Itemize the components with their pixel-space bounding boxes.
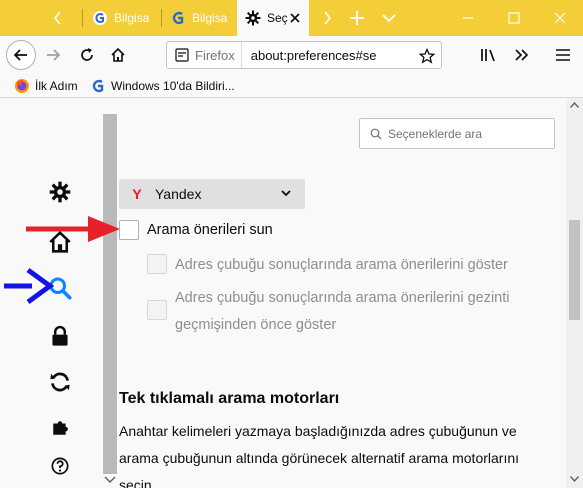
- bookmark-star-button[interactable]: [417, 46, 437, 66]
- chevron-right-icon: [324, 11, 332, 25]
- app-menu-button[interactable]: [548, 40, 578, 70]
- home-icon: [111, 47, 125, 62]
- bookmarks-toolbar: İlk Adım Windows 10'da Bildiri...: [0, 74, 583, 98]
- tab-bilgisayar-2[interactable]: Bilgisa: [162, 0, 236, 36]
- tab-bilgisayar-1[interactable]: Bilgisa: [84, 0, 160, 36]
- description-line: arama çubuğunun altında görünecek altern…: [119, 450, 520, 466]
- suggestions-in-urlbar-label: Adres çubuğu sonuçlarında arama öneriler…: [175, 257, 508, 273]
- reload-icon: [81, 48, 93, 61]
- category-extensions[interactable]: [44, 412, 76, 444]
- star-icon: [419, 48, 435, 64]
- chevron-down-icon: [382, 14, 396, 23]
- bookmark-getting-started[interactable]: İlk Adım: [14, 77, 78, 95]
- scroll-down-arrow-icon[interactable]: [570, 476, 579, 482]
- vertical-scrollbar[interactable]: [566, 98, 583, 488]
- search-suggestions-checkbox[interactable]: [119, 220, 139, 240]
- category-general[interactable]: [44, 176, 76, 208]
- chevron-left-icon: [53, 11, 61, 25]
- suggestions-before-history-checkbox[interactable]: [147, 300, 167, 320]
- site-favicon-icon: [92, 79, 104, 93]
- label-line: Adres çubuğu sonuçlarında arama öneriler…: [175, 290, 510, 306]
- bookmark-label: Windows 10'da Bildiri...: [111, 79, 235, 93]
- description-line: seçin.: [119, 477, 156, 488]
- search-suggestions-label: Arama önerileri sun: [147, 222, 273, 238]
- maximize-icon: [508, 12, 520, 24]
- new-tab-button[interactable]: [340, 0, 374, 36]
- tab-title: Seç: [267, 11, 288, 25]
- identity-box[interactable]: Firefox: [167, 42, 242, 68]
- tab-scroll-right-button[interactable]: [310, 0, 344, 36]
- scroll-down-arrow-icon[interactable]: [104, 476, 116, 484]
- category-scrollbar[interactable]: [103, 114, 117, 474]
- tab-strip: Bilgisa Bilgisa Seç: [0, 0, 583, 36]
- site-favicon-icon: [172, 11, 184, 25]
- firefox-logo-icon: [15, 79, 29, 93]
- suggestions-in-urlbar-checkbox[interactable]: [147, 254, 167, 274]
- search-icon: [370, 128, 382, 139]
- library-button[interactable]: [474, 40, 504, 70]
- yandex-logo-icon: Y: [132, 186, 142, 202]
- reload-button[interactable]: [72, 40, 102, 70]
- url-bar[interactable]: Firefox about:preferences#se: [166, 41, 442, 69]
- scroll-up-arrow-icon[interactable]: [570, 102, 579, 108]
- tab-preferences[interactable]: Seç: [237, 0, 309, 36]
- annotation-arrow-red-icon: [26, 216, 120, 242]
- close-window-button[interactable]: [537, 0, 583, 36]
- close-icon: [554, 12, 566, 24]
- home-button[interactable]: [103, 40, 133, 70]
- plus-icon: [350, 11, 364, 25]
- identity-label: Firefox: [195, 47, 235, 63]
- lock-icon: [52, 325, 68, 346]
- selected-engine-label: Yandex: [155, 186, 202, 202]
- forward-arrow-icon: [47, 49, 61, 61]
- back-arrow-icon: [13, 49, 27, 61]
- close-tab-icon[interactable]: [287, 10, 303, 26]
- tab-scroll-left-button[interactable]: [41, 0, 75, 36]
- bookmark-windows10[interactable]: Windows 10'da Bildiri...: [90, 77, 235, 95]
- site-favicon-icon: [93, 11, 107, 25]
- back-button[interactable]: [6, 40, 36, 70]
- tab-title: Bilgisa: [114, 11, 150, 25]
- sync-icon: [50, 372, 70, 392]
- search-preferences-input[interactable]: Seçeneklerde ara: [359, 118, 555, 149]
- all-tabs-button[interactable]: [372, 0, 406, 36]
- help-icon: [51, 457, 69, 475]
- overflow-menu-button[interactable]: [507, 40, 537, 70]
- puzzle-icon: [53, 421, 68, 435]
- suggestions-before-history-label: Adres çubuğu sonuçlarında arama öneriler…: [175, 285, 510, 339]
- one-click-engines-description: Anahtar kelimeleri yazmaya başladığınızd…: [119, 418, 559, 488]
- library-icon: [481, 49, 495, 62]
- double-chevron-right-icon: [515, 49, 529, 61]
- category-privacy[interactable]: [44, 320, 76, 352]
- minimize-icon: [463, 17, 473, 19]
- chevron-down-icon: [281, 190, 291, 197]
- tab-separator: [82, 9, 83, 27]
- tab-title: Bilgisa: [192, 11, 228, 25]
- gear-icon: [245, 10, 261, 26]
- label-line: geçmişinden önce göster: [175, 317, 337, 333]
- maximize-button[interactable]: [491, 0, 537, 36]
- preferences-page: Seçeneklerde ara Y Yandex Arama öneriler…: [0, 98, 583, 488]
- category-support[interactable]: [44, 450, 76, 482]
- search-preferences-placeholder: Seçeneklerde ara: [388, 126, 483, 141]
- description-line: Anahtar kelimeleri yazmaya başladığınızd…: [119, 423, 517, 439]
- bookmark-label: İlk Adım: [35, 79, 78, 93]
- gear-icon: [49, 181, 71, 203]
- hamburger-menu-icon: [556, 49, 570, 61]
- page-info-icon: [175, 48, 189, 62]
- url-text[interactable]: about:preferences#se: [242, 48, 398, 63]
- forward-button[interactable]: [38, 40, 68, 70]
- navigation-toolbar: Firefox about:preferences#se: [0, 36, 583, 74]
- default-search-engine-select[interactable]: Y Yandex: [119, 179, 305, 209]
- scrollbar-thumb[interactable]: [569, 220, 580, 320]
- one-click-engines-heading: Tek tıklamalı arama motorları: [119, 390, 340, 407]
- category-sync[interactable]: [44, 366, 76, 398]
- annotation-arrow-blue-icon: [4, 267, 54, 305]
- minimize-button[interactable]: [445, 0, 491, 36]
